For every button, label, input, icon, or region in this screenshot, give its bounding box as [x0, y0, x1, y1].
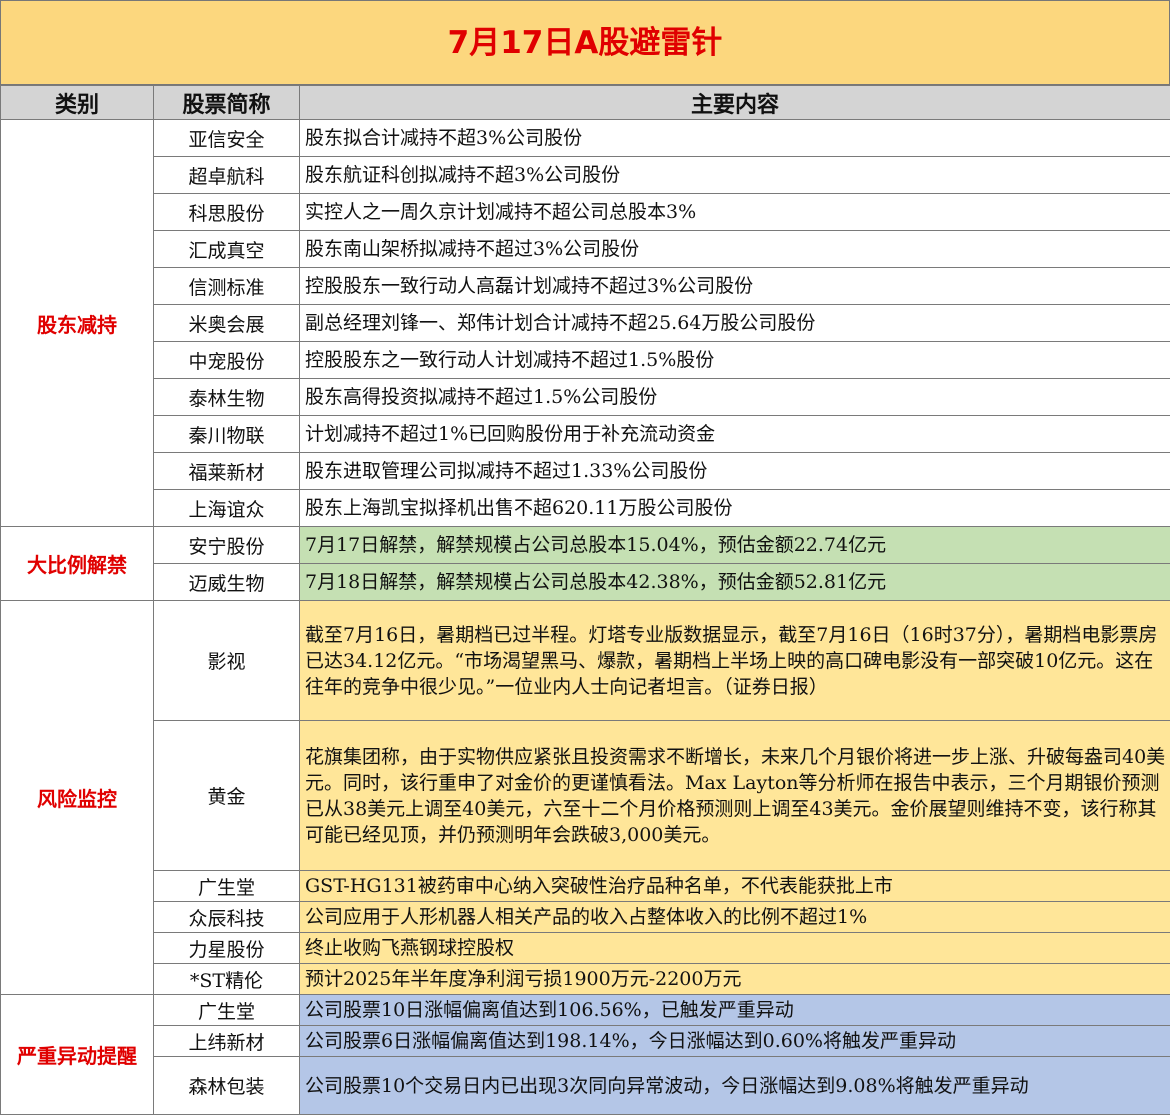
stock-name: 森林包装 [154, 1057, 300, 1115]
stock-name: 泰林生物 [154, 379, 300, 416]
content-cell: 副总经理刘锋一、郑伟计划合计减持不超25.64万股公司股份 [300, 305, 1170, 342]
stock-name: 安宁股份 [154, 527, 300, 564]
content-cell: 截至7月16日，暑期档已过半程。灯塔专业版数据显示，截至7月16日（16时37分… [300, 601, 1170, 721]
table-row: 信测标准 控股股东一致行动人高磊计划减持不超过3%公司股份 [1, 268, 1170, 305]
table-row: 森林包装 公司股票10个交易日内已出现3次同向异常波动，今日涨幅达到9.08%将… [1, 1057, 1170, 1115]
content-cell: 股东南山架桥拟减持不超过3%公司股份 [300, 231, 1170, 268]
table-row: 米奥会展 副总经理刘锋一、郑伟计划合计减持不超25.64万股公司股份 [1, 305, 1170, 342]
content-cell: 控股股东之一致行动人计划减持不超过1.5%股份 [300, 342, 1170, 379]
stock-name: 上海谊众 [154, 490, 300, 527]
table-row: 风险监控 影视 截至7月16日，暑期档已过半程。灯塔专业版数据显示，截至7月16… [1, 601, 1170, 721]
stock-name: 秦川物联 [154, 416, 300, 453]
stock-name: 上纬新材 [154, 1026, 300, 1057]
header-row: 类别 股票简称 主要内容 [1, 86, 1170, 120]
table-row: 力星股份 终止收购飞燕钢球控股权 [1, 933, 1170, 964]
content-cell: 预计2025年半年度净利润亏损1900万元-2200万元 [300, 964, 1170, 995]
stock-name: 广生堂 [154, 871, 300, 902]
table-row: 上海谊众 股东上海凯宝拟择机出售不超620.11万股公司股份 [1, 490, 1170, 527]
table-row: 福莱新材 股东进取管理公司拟减持不超过1.33%公司股份 [1, 453, 1170, 490]
content-cell: 公司股票10个交易日内已出现3次同向异常波动，今日涨幅达到9.08%将触发严重异… [300, 1057, 1170, 1115]
stock-name: 众辰科技 [154, 902, 300, 933]
table-row: 严重异动提醒 广生堂 公司股票10日涨幅偏离值达到106.56%，已触发严重异动 [1, 995, 1170, 1026]
content-cell: 股东高得投资拟减持不超过1.5%公司股份 [300, 379, 1170, 416]
header-category: 类别 [1, 86, 154, 120]
content-cell: 花旗集团称，由于实物供应紧张且投资需求不断增长，未来几个月银价将进一步上涨、升破… [300, 721, 1170, 871]
sheet-title: 7月17日A股避雷针 [0, 0, 1170, 85]
content-cell: 股东拟合计减持不超3%公司股份 [300, 120, 1170, 157]
content-cell: 公司股票10日涨幅偏离值达到106.56%，已触发严重异动 [300, 995, 1170, 1026]
stock-name: 汇成真空 [154, 231, 300, 268]
content-cell: 计划减持不超过1%已回购股份用于补充流动资金 [300, 416, 1170, 453]
table-row: 迈威生物 7月18日解禁，解禁规模占公司总股本42.38%，预估金额52.81亿… [1, 564, 1170, 601]
content-cell: 实控人之一周久京计划减持不超公司总股本3% [300, 194, 1170, 231]
content-cell: 控股股东一致行动人高磊计划减持不超过3%公司股份 [300, 268, 1170, 305]
content-cell: 股东上海凯宝拟择机出售不超620.11万股公司股份 [300, 490, 1170, 527]
category-cell: 风险监控 [1, 601, 154, 995]
avoid-mine-sheet: 7月17日A股避雷针 类别 股票简称 主要内容 股东减持 亚信安全 股东拟合计减… [0, 0, 1170, 1113]
table-row: 超卓航科 股东航证科创拟减持不超3%公司股份 [1, 157, 1170, 194]
stock-name: 影视 [154, 601, 300, 721]
stock-name: *ST精伦 [154, 964, 300, 995]
table-row: 广生堂 GST-HG131被药审中心纳入突破性治疗品种名单，不代表能获批上市 [1, 871, 1170, 902]
stock-name: 力星股份 [154, 933, 300, 964]
stock-name: 福莱新材 [154, 453, 300, 490]
main-table: 类别 股票简称 主要内容 股东减持 亚信安全 股东拟合计减持不超3%公司股份 超… [0, 85, 1170, 1115]
stock-name: 信测标准 [154, 268, 300, 305]
header-content: 主要内容 [300, 86, 1170, 120]
table-row: 大比例解禁 安宁股份 7月17日解禁，解禁规模占公司总股本15.04%，预估金额… [1, 527, 1170, 564]
stock-name: 科思股份 [154, 194, 300, 231]
content-cell: 终止收购飞燕钢球控股权 [300, 933, 1170, 964]
table-row: 中宠股份 控股股东之一致行动人计划减持不超过1.5%股份 [1, 342, 1170, 379]
stock-name: 米奥会展 [154, 305, 300, 342]
stock-name: 亚信安全 [154, 120, 300, 157]
content-cell: 7月17日解禁，解禁规模占公司总股本15.04%，预估金额22.74亿元 [300, 527, 1170, 564]
content-cell: 公司应用于人形机器人相关产品的收入占整体收入的比例不超过1% [300, 902, 1170, 933]
table-row: 众辰科技 公司应用于人形机器人相关产品的收入占整体收入的比例不超过1% [1, 902, 1170, 933]
table-row: 上纬新材 公司股票6日涨幅偏离值达到198.14%，今日涨幅达到0.60%将触发… [1, 1026, 1170, 1057]
category-cell: 股东减持 [1, 120, 154, 527]
content-cell: GST-HG131被药审中心纳入突破性治疗品种名单，不代表能获批上市 [300, 871, 1170, 902]
table-row: 泰林生物 股东高得投资拟减持不超过1.5%公司股份 [1, 379, 1170, 416]
category-cell: 严重异动提醒 [1, 995, 154, 1115]
stock-name: 超卓航科 [154, 157, 300, 194]
table-row: 黄金 花旗集团称，由于实物供应紧张且投资需求不断增长，未来几个月银价将进一步上涨… [1, 721, 1170, 871]
table-row: 汇成真空 股东南山架桥拟减持不超过3%公司股份 [1, 231, 1170, 268]
table-row: 秦川物联 计划减持不超过1%已回购股份用于补充流动资金 [1, 416, 1170, 453]
table-row: 股东减持 亚信安全 股东拟合计减持不超3%公司股份 [1, 120, 1170, 157]
stock-name: 黄金 [154, 721, 300, 871]
header-stock: 股票简称 [154, 86, 300, 120]
stock-name: 广生堂 [154, 995, 300, 1026]
stock-name: 迈威生物 [154, 564, 300, 601]
category-cell: 大比例解禁 [1, 527, 154, 601]
table-row: 科思股份 实控人之一周久京计划减持不超公司总股本3% [1, 194, 1170, 231]
content-cell: 股东航证科创拟减持不超3%公司股份 [300, 157, 1170, 194]
content-cell: 7月18日解禁，解禁规模占公司总股本42.38%，预估金额52.81亿元 [300, 564, 1170, 601]
table-row: *ST精伦 预计2025年半年度净利润亏损1900万元-2200万元 [1, 964, 1170, 995]
content-cell: 公司股票6日涨幅偏离值达到198.14%，今日涨幅达到0.60%将触发严重异动 [300, 1026, 1170, 1057]
content-cell: 股东进取管理公司拟减持不超过1.33%公司股份 [300, 453, 1170, 490]
stock-name: 中宠股份 [154, 342, 300, 379]
